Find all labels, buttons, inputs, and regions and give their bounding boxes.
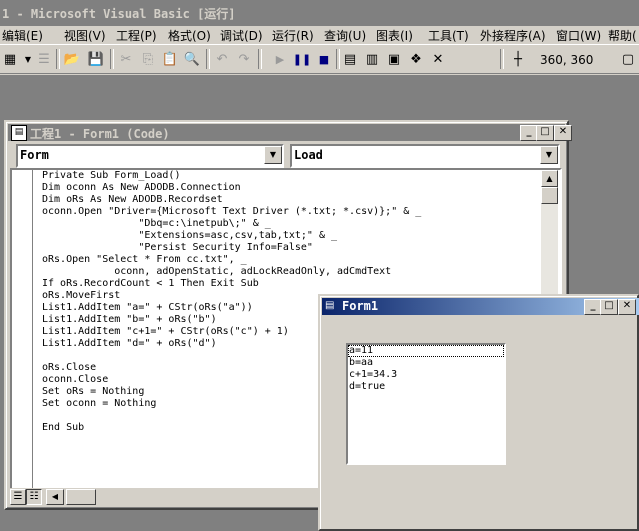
list-item[interactable]: d=true bbox=[348, 381, 504, 393]
close-button[interactable]: ✕ bbox=[618, 299, 636, 315]
code-margin[interactable] bbox=[12, 170, 33, 488]
position-readout: 360, 360 bbox=[540, 53, 594, 67]
object-combo-value: Form bbox=[20, 148, 49, 162]
toolbar-separator bbox=[258, 49, 262, 69]
app-title: 1 - Microsoft Visual Basic [运行] bbox=[2, 7, 236, 21]
menu-edit[interactable]: 编辑(E) bbox=[2, 27, 43, 44]
toolbar: ▦ ▼ ☰ 📂 💾 ✂ ⎘ 📋 🔍 ↶ ↷ ▶ ❚❚ ■ ▤ ▥ ▣ ❖ ✕ ┼… bbox=[0, 44, 639, 74]
cut-icon[interactable]: ✂ bbox=[118, 51, 134, 67]
maximize-button[interactable]: □ bbox=[536, 125, 554, 141]
redo-icon[interactable]: ↷ bbox=[236, 51, 252, 67]
app-title-bar: 1 - Microsoft Visual Basic [运行] bbox=[0, 0, 639, 26]
menu-project[interactable]: 工程(P) bbox=[116, 27, 157, 44]
open-folder-icon[interactable]: 📂 bbox=[64, 51, 80, 67]
save-icon[interactable]: 💾 bbox=[88, 51, 104, 67]
form-layout-icon[interactable]: ▣ bbox=[386, 51, 402, 67]
scroll-left-button[interactable]: ◀ bbox=[46, 489, 64, 505]
toolbar-separator bbox=[56, 49, 60, 69]
menu-query[interactable]: 查询(U) bbox=[324, 27, 366, 44]
procedure-combo-value: Load bbox=[294, 148, 323, 162]
paste-icon[interactable]: 📋 bbox=[162, 51, 178, 67]
menu-addins[interactable]: 外接程序(A) bbox=[480, 27, 546, 44]
full-module-view-icon[interactable]: ☷ bbox=[26, 489, 42, 505]
code-line[interactable]: If oRs.RecordCount < 1 Then Exit Sub bbox=[42, 278, 542, 290]
find-icon[interactable]: 🔍 bbox=[184, 51, 200, 67]
menu-view[interactable]: 视图(V) bbox=[64, 27, 106, 44]
scroll-up-button[interactable]: ▲ bbox=[541, 170, 558, 187]
toolbar-separator bbox=[500, 49, 504, 69]
size-icon: ▢ bbox=[621, 51, 635, 67]
code-line[interactable]: "Dbq=c:\inetpub\;" & _ bbox=[42, 218, 542, 230]
code-line[interactable]: oconn, adOpenStatic, adLockReadOnly, adC… bbox=[42, 266, 542, 278]
procedure-view-icon[interactable]: ☰ bbox=[10, 489, 26, 505]
menu-debug[interactable]: 调试(D) bbox=[220, 27, 263, 44]
list-item[interactable]: a=11 bbox=[348, 345, 504, 357]
menu-run[interactable]: 运行(R) bbox=[272, 27, 314, 44]
chevron-down-icon[interactable]: ▼ bbox=[264, 146, 282, 164]
undo-icon[interactable]: ↶ bbox=[214, 51, 230, 67]
close-button[interactable]: ✕ bbox=[554, 125, 572, 141]
menu-tools[interactable]: 工具(T) bbox=[428, 27, 469, 44]
menu-help[interactable]: 帮助( bbox=[608, 27, 637, 44]
project-explorer-icon[interactable]: ▤ bbox=[342, 51, 358, 67]
maximize-button[interactable]: □ bbox=[600, 299, 618, 315]
form1-title-bar[interactable]: ▤ Form1 _ □ ✕ bbox=[322, 298, 639, 315]
menu-format[interactable]: 格式(O) bbox=[168, 27, 211, 44]
form-icon[interactable]: ▤ bbox=[325, 300, 334, 311]
menu-window[interactable]: 窗口(W) bbox=[556, 27, 601, 44]
form1-title: Form1 bbox=[342, 299, 379, 313]
chevron-down-icon[interactable]: ▼ bbox=[540, 146, 558, 164]
menu-bar: 编辑(E) 视图(V) 工程(P) 格式(O) 调试(D) 运行(R) 查询(U… bbox=[0, 26, 639, 44]
list-item[interactable]: b=aa bbox=[348, 357, 504, 369]
procedure-combo[interactable]: Load ▼ bbox=[290, 144, 560, 168]
stop-icon[interactable]: ■ bbox=[316, 51, 332, 67]
scroll-thumb[interactable] bbox=[541, 187, 558, 204]
add-form-icon[interactable]: ▦ bbox=[2, 51, 18, 67]
code-line[interactable]: oRs.Open "Select * From cc.txt", _ bbox=[42, 254, 542, 266]
start-icon[interactable]: ▶ bbox=[272, 51, 288, 67]
toolbar-separator bbox=[206, 49, 210, 69]
properties-window-icon[interactable]: ▥ bbox=[364, 51, 380, 67]
position-icon: ┼ bbox=[514, 51, 522, 67]
horizontal-scroll-thumb[interactable] bbox=[66, 489, 96, 505]
code-line[interactable]: Dim oRs As New ADODB.Recordset bbox=[42, 194, 542, 206]
list-item[interactable]: c+1=34.3 bbox=[348, 369, 504, 381]
code-window-title-bar[interactable]: ▤ 工程1 - Form1 (Code) _ □ ✕ bbox=[8, 124, 572, 141]
toolbox-icon[interactable]: ✕ bbox=[430, 51, 446, 67]
code-window-icon[interactable]: ▤ bbox=[11, 125, 27, 141]
pause-icon[interactable]: ❚❚ bbox=[293, 51, 311, 67]
dropdown-arrow-icon[interactable]: ▼ bbox=[20, 51, 36, 67]
toolbar-separator bbox=[336, 49, 340, 69]
code-line[interactable]: "Persist Security Info=False" bbox=[42, 242, 542, 254]
code-window-title: 工程1 - Form1 (Code) bbox=[30, 127, 170, 141]
code-line[interactable]: Dim oconn As New ADODB.Connection bbox=[42, 182, 542, 194]
toolbar-separator bbox=[110, 49, 114, 69]
copy-icon[interactable]: ⎘ bbox=[140, 51, 156, 67]
list1[interactable]: a=11 b=aa c+1=34.3 d=true bbox=[346, 343, 506, 465]
code-line[interactable]: "Extensions=asc,csv,tab,txt;" & _ bbox=[42, 230, 542, 242]
menu-diagram[interactable]: 图表(I) bbox=[376, 27, 413, 44]
form1-window: ▤ Form1 _ □ ✕ a=11 b=aa c+1=34.3 d=true bbox=[318, 294, 639, 531]
object-browser-icon[interactable]: ❖ bbox=[408, 51, 424, 67]
code-line[interactable]: oconn.Open "Driver={Microsoft Text Drive… bbox=[42, 206, 542, 218]
code-line[interactable]: Private Sub Form_Load() bbox=[42, 170, 542, 182]
menu-editor-icon[interactable]: ☰ bbox=[36, 51, 52, 67]
object-combo[interactable]: Form ▼ bbox=[16, 144, 284, 168]
